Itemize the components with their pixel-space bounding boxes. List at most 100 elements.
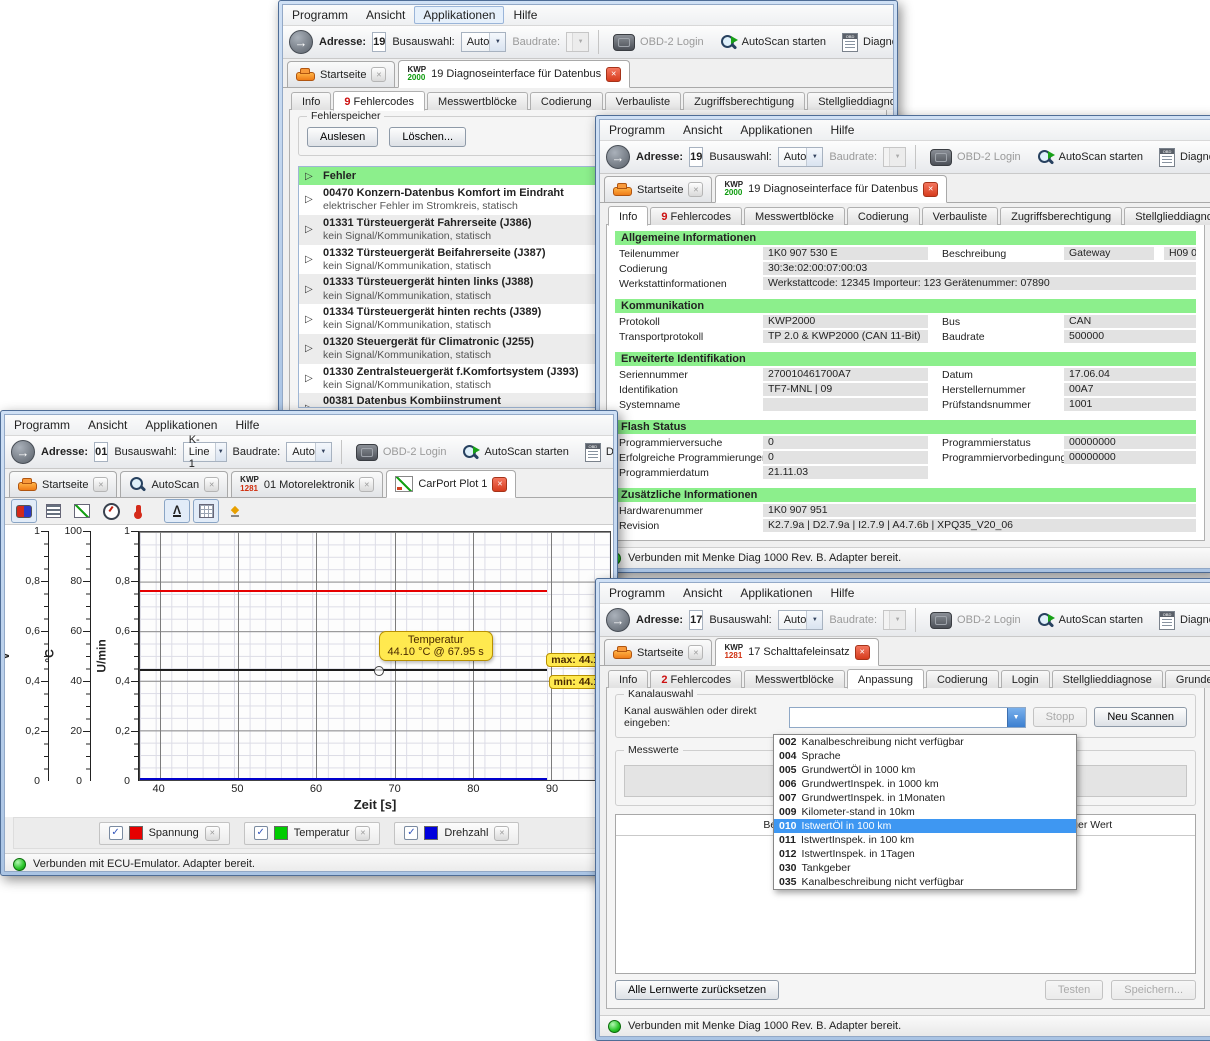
tab-carport-plot[interactable]: CarPort Plot 1 ✕ [386,470,516,498]
menu-item-programm[interactable]: Programm [283,6,357,24]
close-icon[interactable]: ✕ [205,826,220,841]
diagnosebericht-button[interactable]: Diagnosebericht erstellen [1154,608,1210,633]
tab-startseite[interactable]: Startseite ✕ [604,176,712,202]
thermometer-view-button[interactable] [127,499,153,523]
tab-verbauliste[interactable]: Verbauliste [922,207,998,225]
expand-arrow-icon[interactable]: ▷ [305,224,316,235]
dropdown-item-011[interactable]: 011IstwertInspek. in 100 km [774,833,1076,847]
menu-item-applikationen[interactable]: Applikationen [731,121,821,139]
grid-toggle-button[interactable] [193,499,219,523]
checkbox[interactable]: ✓ [109,826,123,840]
dropdown-item-009[interactable]: 009Kilometer-stand in 10km [774,805,1076,819]
tab-grundeinstellung[interactable]: Grundeinstellung [1165,670,1210,688]
menu-item-hilfe[interactable]: Hilfe [821,584,863,602]
legend-item-drehzahl[interactable]: ✓Drehzahl✕ [394,822,519,845]
tab-startseite[interactable]: Startseite ✕ [287,61,395,87]
connect-button[interactable]: → [11,440,35,464]
menu-item-applikationen[interactable]: Applikationen [414,6,504,24]
tab-fehlercodes[interactable]: 9Fehlercodes [333,91,425,111]
tab-codierung[interactable]: Codierung [530,92,603,110]
kanal-combobox[interactable]: ▼ [789,707,1026,728]
dropdown-item-002[interactable]: 002Kanalbeschreibung nicht verfügbar [774,735,1076,749]
checkbox[interactable]: ✓ [254,826,268,840]
close-icon[interactable]: ✕ [355,826,370,841]
close-icon[interactable]: ✕ [371,67,386,82]
tab-startseite[interactable]: Startseite ✕ [604,639,712,665]
tab-login[interactable]: Login [1001,670,1050,688]
dropdown-item-007[interactable]: 007GrundwertInspek. in 1Monaten [774,791,1076,805]
connect-button[interactable]: → [606,145,630,169]
expand-arrow-icon[interactable]: ▷ [305,343,316,354]
tab-stellglieddiagnose[interactable]: Stellglieddiagnose [1052,670,1163,688]
tab-messwertblöcke[interactable]: Messwertblöcke [744,670,845,688]
autoscan-button[interactable]: AutoScan starten [715,31,831,54]
close-icon[interactable]: ✕ [494,826,509,841]
busauswahl-select[interactable]: Auto▼ [461,32,507,52]
list-view-button[interactable] [40,499,66,523]
tab-codierung[interactable]: Codierung [926,670,999,688]
close-icon[interactable]: ✕ [93,477,108,492]
menu-item-ansicht[interactable]: Ansicht [79,416,136,434]
expand-arrow-icon[interactable]: ▷ [305,171,316,182]
busauswahl-select[interactable]: Auto▼ [778,147,824,167]
menu-item-programm[interactable]: Programm [600,584,674,602]
tab-info[interactable]: Info [608,206,648,226]
dropdown-item-030[interactable]: 030Tankgeber [774,861,1076,875]
busauswahl-select[interactable]: K-Line 1▼ [183,442,227,462]
menu-item-applikationen[interactable]: Applikationen [136,416,226,434]
dropdown-item-012[interactable]: 012IstwertInspek. in 1Tagen [774,847,1076,861]
menu-item-hilfe[interactable]: Hilfe [226,416,268,434]
reset-lernwerte-button[interactable]: Alle Lernwerte zurücksetzen [615,980,779,1000]
chart-view-button[interactable] [69,499,95,523]
tab-diagnoseinterface[interactable]: KWP2000 19 Diagnoseinterface für Datenbu… [398,60,630,88]
tab-zugriffsberechtigung[interactable]: Zugriffsberechtigung [683,92,805,110]
diagnosebericht-button[interactable]: Diagnosebericht erstellen [1154,145,1210,170]
tab-stellglieddiagnose[interactable]: Stellglieddiagnose [1124,207,1210,225]
close-icon[interactable]: ✕ [688,182,703,197]
tab-fehlercodes[interactable]: 9Fehlercodes [650,207,742,225]
tab-zugriffsberechtigung[interactable]: Zugriffsberechtigung [1000,207,1122,225]
close-icon[interactable]: ✕ [492,477,507,492]
marker-tool-button[interactable]: ◆ [222,499,248,523]
neu-scannen-button[interactable]: Neu Scannen [1094,707,1187,727]
tab-anpassung[interactable]: Anpassung [847,669,924,689]
adresse-input[interactable]: 17 [689,610,703,630]
autoscan-button[interactable]: AutoScan starten [457,441,573,464]
autoscan-button[interactable]: AutoScan starten [1032,146,1148,169]
expand-arrow-icon[interactable]: ▷ [305,254,316,265]
menu-item-programm[interactable]: Programm [600,121,674,139]
tab-codierung[interactable]: Codierung [847,207,920,225]
dropdown-item-004[interactable]: 004Sprache [774,749,1076,763]
auslesen-button[interactable]: Auslesen [307,127,378,147]
adresse-input[interactable]: 19 [689,147,703,167]
menu-item-hilfe[interactable]: Hilfe [821,121,863,139]
legend-item-spannung[interactable]: ✓Spannung✕ [99,822,230,845]
data-point-marker[interactable] [374,666,384,676]
tab-verbauliste[interactable]: Verbauliste [605,92,681,110]
menu-item-programm[interactable]: Programm [5,416,79,434]
busauswahl-select[interactable]: Auto▼ [778,610,824,630]
baudrate-select[interactable]: Auto▼ [286,442,332,462]
expand-arrow-icon[interactable]: ▷ [305,194,316,205]
plot-area[interactable]: Temperatur44.10 °C @ 67.95 smax: 44.10mi… [139,531,611,781]
loeschen-button[interactable]: Löschen... [389,127,466,147]
tab-motorelektronik[interactable]: KWP1281 01 Motorelektronik ✕ [231,471,383,497]
diagnosebericht-button[interactable]: Diagnosebericht erstellen [837,30,894,55]
close-icon[interactable]: ✕ [923,182,938,197]
dropdown-item-005[interactable]: 005GrundwertÖl in 1000 km [774,763,1076,777]
tab-stellglieddiagnose[interactable]: Stellglieddiagnose [807,92,894,110]
legend-item-temperatur[interactable]: ✓Temperatur✕ [244,822,381,845]
tab-startseite[interactable]: Startseite ✕ [9,471,117,497]
snap-tool-button[interactable] [11,499,37,523]
close-icon[interactable]: ✕ [204,477,219,492]
autoscan-button[interactable]: AutoScan starten [1032,609,1148,632]
tab-messwertblöcke[interactable]: Messwertblöcke [744,207,845,225]
tab-autoscan[interactable]: AutoScan ✕ [120,471,228,497]
tab-diagnoseinterface[interactable]: KWP2000 19 Diagnoseinterface für Datenbu… [715,175,947,203]
dropdown-item-010[interactable]: 010IstwertÖl in 100 km [774,819,1076,833]
menu-item-ansicht[interactable]: Ansicht [357,6,414,24]
connect-button[interactable]: → [606,608,630,632]
menu-item-ansicht[interactable]: Ansicht [674,584,731,602]
diagnosebericht-button[interactable]: Diagnosebericht erstellen [580,440,614,465]
tab-fehlercodes[interactable]: 2Fehlercodes [650,670,742,688]
